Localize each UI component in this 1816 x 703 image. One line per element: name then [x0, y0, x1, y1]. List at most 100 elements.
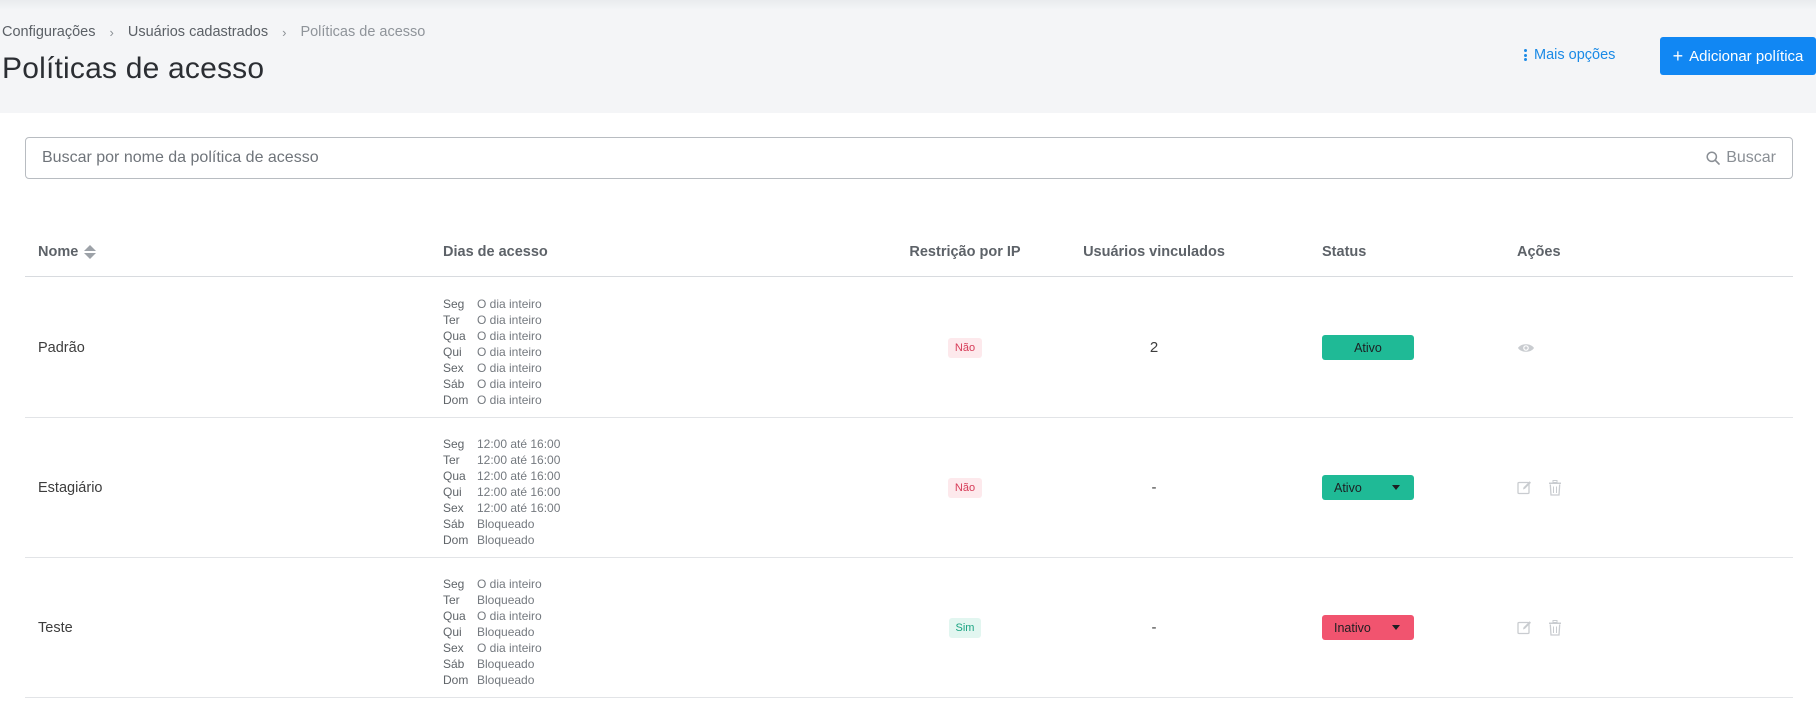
table-header: Nome Dias de acesso Restrição por IP Usu…	[25, 226, 1793, 277]
day-label: Qua	[443, 469, 466, 483]
caret-down-icon	[1392, 485, 1400, 490]
day-value: O dia inteiro	[477, 297, 542, 311]
ip-restriction-badge: Não	[947, 337, 983, 358]
day-value: Bloqueado	[477, 625, 535, 639]
chevron-right-icon: ›	[282, 24, 287, 40]
status-dropdown[interactable]: Ativo	[1322, 475, 1414, 500]
eye-icon[interactable]	[1517, 342, 1535, 354]
actions-cell	[1517, 278, 1535, 417]
caret-down-icon	[1392, 625, 1400, 630]
page-header: Configurações › Usuários cadastrados › P…	[0, 0, 1816, 113]
ip-restriction-cell: Sim	[890, 558, 1040, 697]
linked-users-count: -	[1151, 619, 1157, 636]
ip-restriction-badge: Não	[947, 477, 983, 498]
day-value: O dia inteiro	[477, 313, 542, 327]
breadcrumb: Configurações › Usuários cadastrados › P…	[2, 24, 425, 40]
ip-restriction-cell: Não	[890, 418, 1040, 557]
vertical-dots-icon	[1524, 48, 1527, 63]
day-value: 12:00 até 16:00	[477, 453, 561, 467]
day-label: Ter	[443, 453, 460, 467]
trash-icon[interactable]	[1548, 479, 1562, 496]
status-label: Inativo	[1334, 620, 1371, 635]
day-label: Qua	[443, 329, 466, 343]
day-value: 12:00 até 16:00	[477, 469, 561, 483]
search-icon	[1706, 151, 1721, 165]
access-days: Seg 12:00 até 16:00 Ter 12:00 até 16:00 Qu…	[443, 436, 560, 548]
day-value: O dia inteiro	[477, 345, 542, 359]
header-actions: Ações	[1517, 243, 1561, 260]
header-users: Usuários vinculados	[1083, 243, 1225, 260]
day-label: Ter	[443, 593, 460, 607]
day-value: Bloqueado	[477, 593, 535, 607]
policy-name: Estagiário	[38, 479, 103, 496]
header-status: Status	[1322, 243, 1367, 260]
day-label: Sex	[443, 501, 464, 515]
linked-users-count: 2	[1149, 339, 1159, 356]
policy-name: Padrão	[38, 339, 85, 356]
day-value: 12:00 até 16:00	[477, 501, 561, 515]
day-label: Dom	[443, 673, 469, 687]
header-ip: Restrição por IP	[909, 243, 1021, 260]
actions-cell	[1517, 558, 1562, 697]
chevron-right-icon: ›	[109, 24, 114, 40]
search-input[interactable]	[26, 138, 1707, 178]
day-value: Bloqueado	[477, 517, 535, 531]
edit-icon[interactable]	[1517, 620, 1532, 635]
add-policy-button[interactable]: + Adicionar política	[1660, 37, 1816, 75]
day-label: Qui	[443, 345, 462, 359]
day-value: Bloqueado	[477, 657, 535, 671]
day-value: O dia inteiro	[477, 577, 542, 591]
day-label: Qui	[443, 485, 462, 499]
access-days: Seg O dia inteiro Ter O dia inteiro Qua O d…	[443, 296, 542, 408]
day-label: Seg	[443, 297, 465, 311]
breadcrumb-item-usuarios[interactable]: Usuários cadastrados	[128, 24, 268, 40]
search-button-label: Buscar	[1726, 149, 1776, 166]
day-value: O dia inteiro	[477, 329, 542, 343]
header-name[interactable]: Nome	[38, 226, 97, 277]
page-title: Políticas de acesso	[2, 52, 265, 85]
status-cell: Inativo	[1322, 558, 1414, 697]
edit-icon[interactable]	[1517, 480, 1532, 495]
policy-name: Teste	[38, 619, 73, 636]
add-policy-label: Adicionar política	[1689, 47, 1804, 65]
day-label: Sáb	[443, 657, 465, 671]
day-value: Bloqueado	[477, 673, 535, 687]
header-days: Dias de acesso	[443, 243, 548, 260]
more-options-label: Mais opções	[1534, 47, 1616, 63]
status-label: Ativo	[1354, 340, 1382, 355]
breadcrumb-item-configuracoes[interactable]: Configurações	[2, 24, 96, 40]
day-label: Sex	[443, 361, 464, 375]
day-value: O dia inteiro	[477, 361, 542, 375]
status-dropdown[interactable]: Inativo	[1322, 615, 1414, 640]
ip-restriction-cell: Não	[890, 278, 1040, 417]
day-value: 12:00 até 16:00	[477, 437, 561, 451]
day-label: Seg	[443, 577, 465, 591]
day-label: Dom	[443, 533, 469, 547]
day-value: Bloqueado	[477, 533, 535, 547]
header-name-label: Nome	[38, 243, 79, 260]
day-label: Sex	[443, 641, 464, 655]
breadcrumb-current: Políticas de acesso	[300, 24, 426, 40]
status-label: Ativo	[1334, 480, 1362, 495]
day-label: Qui	[443, 625, 462, 639]
table-row: Estagiário Seg 12:00 até 16:00 Ter 12:00 a…	[25, 418, 1793, 558]
status-badge: Ativo	[1322, 335, 1414, 360]
more-options-button[interactable]: Mais opções	[1524, 47, 1615, 63]
status-cell: Ativo	[1322, 278, 1414, 417]
day-value: O dia inteiro	[477, 393, 542, 407]
plus-icon: +	[1672, 46, 1684, 66]
day-value: O dia inteiro	[477, 377, 542, 391]
actions-cell	[1517, 418, 1562, 557]
search-button[interactable]: Buscar	[1706, 149, 1792, 167]
day-label: Ter	[443, 313, 460, 327]
day-value: O dia inteiro	[477, 641, 542, 655]
search-bar: Buscar	[25, 137, 1793, 179]
table-row: Padrão Seg O dia inteiro Ter O dia inteiro…	[25, 278, 1793, 418]
day-label: Qua	[443, 609, 466, 623]
day-label: Seg	[443, 437, 465, 451]
sort-icon[interactable]	[84, 244, 97, 259]
linked-users-count: -	[1151, 479, 1157, 496]
trash-icon[interactable]	[1548, 619, 1562, 636]
day-label: Sáb	[443, 377, 465, 391]
ip-restriction-badge: Sim	[948, 617, 982, 638]
